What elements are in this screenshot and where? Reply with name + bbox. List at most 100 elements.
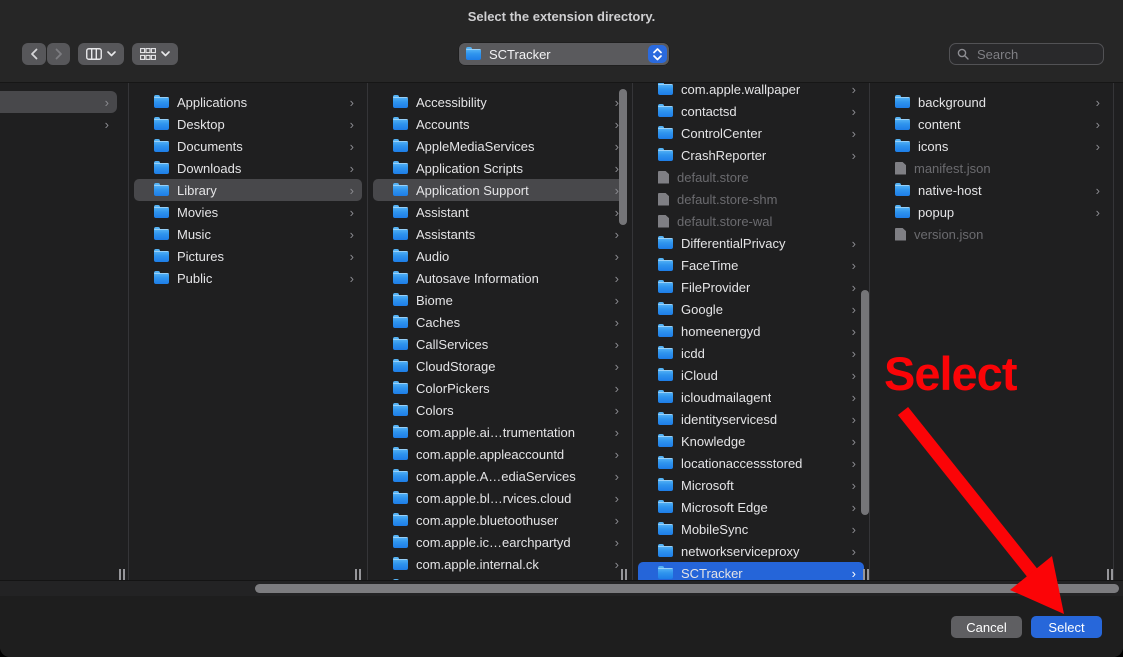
column-resize-handle[interactable] (620, 569, 629, 580)
chevron-right-icon: › (615, 426, 619, 439)
folder-row-movies[interactable]: Movies› (134, 201, 362, 223)
row-label: com.apple.A…ediaServices (416, 469, 576, 484)
folder-row-crashreporter[interactable]: CrashReporter› (638, 144, 864, 166)
folder-icon (658, 84, 673, 95)
folder-row-microsoft-edge[interactable]: Microsoft Edge› (638, 496, 864, 518)
file-row-default-store-shm[interactable]: default.store-shm (638, 188, 864, 210)
folder-row-documents[interactable]: Documents› (134, 135, 362, 157)
folder-row-library[interactable]: Library› (134, 179, 362, 201)
vertical-scrollbar[interactable] (861, 290, 869, 515)
folder-row-com-apple-ai-trumentation[interactable]: com.apple.ai…trumentation› (373, 421, 627, 443)
select-button[interactable]: Select (1031, 616, 1102, 638)
folder-row-application-support[interactable]: Application Support› (373, 179, 627, 201)
browser-column-4: com.apple.wallpaper›contactsd›ControlCen… (633, 83, 870, 580)
folder-row-knowledge[interactable]: Knowledge› (638, 430, 864, 452)
folder-row-pictures[interactable]: Pictures› (134, 245, 362, 267)
folder-row-com-apple-ic-earchpartyd[interactable]: com.apple.ic…earchpartyd› (373, 531, 627, 553)
chevron-right-icon: › (852, 127, 856, 140)
folder-row-blank[interactable]: › (0, 91, 117, 113)
folder-row-caches[interactable]: Caches› (373, 311, 627, 333)
folder-row-accessibility[interactable]: Accessibility› (373, 91, 627, 113)
column-resize-handle[interactable] (862, 569, 871, 580)
vertical-scrollbar[interactable] (619, 89, 627, 225)
chevron-right-icon: › (350, 184, 354, 197)
folder-row-contactsd[interactable]: contactsd› (638, 100, 864, 122)
folder-row-com-apple-a-ediaservices[interactable]: com.apple.A…ediaServices › (373, 465, 627, 487)
folder-row-assistant[interactable]: Assistant› (373, 201, 627, 223)
row-label: identityservicesd (681, 412, 777, 427)
folder-row-mobilesync[interactable]: MobileSync› (638, 518, 864, 540)
folder-row-biome[interactable]: Biome› (373, 289, 627, 311)
folder-row-colors[interactable]: Colors› (373, 399, 627, 421)
folder-row-locationaccessstored[interactable]: locationaccessstored› (638, 452, 864, 474)
chevron-right-icon: › (615, 250, 619, 263)
horizontal-scrollbar-track[interactable] (0, 580, 1123, 597)
folder-row-blank[interactable]: › (0, 113, 117, 135)
folder-icon (658, 370, 673, 381)
folder-row-audio[interactable]: Audio› (373, 245, 627, 267)
row-label: native-host (918, 183, 982, 198)
chevron-right-icon: › (1096, 118, 1100, 131)
folder-row-applications[interactable]: Applications› (134, 91, 362, 113)
folder-row-com-apple-bl-rvices-cloud[interactable]: com.apple.bl…rvices.cloud› (373, 487, 627, 509)
column-resize-handle[interactable] (118, 569, 127, 580)
cancel-button[interactable]: Cancel (951, 616, 1022, 638)
folder-row-icloud[interactable]: iCloud› (638, 364, 864, 386)
folder-row-autosave-information[interactable]: Autosave Information› (373, 267, 627, 289)
folder-row-com-apple-internal-ck[interactable]: com.apple.internal.ck› (373, 553, 627, 575)
folder-row-callservices[interactable]: CallServices› (373, 333, 627, 355)
group-view-button[interactable] (132, 43, 178, 65)
row-label: homeenergyd (681, 324, 761, 339)
folder-row-background[interactable]: background› (875, 91, 1108, 113)
folder-row-google[interactable]: Google› (638, 298, 864, 320)
horizontal-scrollbar-thumb[interactable] (255, 584, 1119, 593)
folder-row-assistants[interactable]: Assistants› (373, 223, 627, 245)
folder-icon (658, 150, 673, 161)
folder-row-colorpickers[interactable]: ColorPickers› (373, 377, 627, 399)
folder-row-facetime[interactable]: FaceTime› (638, 254, 864, 276)
chevron-right-icon: › (852, 259, 856, 272)
folder-row-controlcenter[interactable]: ControlCenter› (638, 122, 864, 144)
search-field[interactable] (949, 43, 1104, 65)
chevron-right-icon: › (615, 404, 619, 417)
folder-row-music[interactable]: Music› (134, 223, 362, 245)
folder-row-applemediaservices[interactable]: AppleMediaServices› (373, 135, 627, 157)
chevron-right-icon: › (615, 470, 619, 483)
folder-row-downloads[interactable]: Downloads› (134, 157, 362, 179)
folder-row-accounts[interactable]: Accounts› (373, 113, 627, 135)
folder-icon (658, 260, 673, 271)
column-view-button[interactable] (78, 43, 124, 65)
folder-row-popup[interactable]: popup› (875, 201, 1108, 223)
row-label: networkserviceproxy (681, 544, 800, 559)
folder-row-application-scripts[interactable]: Application Scripts› (373, 157, 627, 179)
folder-row-icloudmailagent[interactable]: icloudmailagent› (638, 386, 864, 408)
folder-row-desktop[interactable]: Desktop› (134, 113, 362, 135)
folder-row-microsoft[interactable]: Microsoft› (638, 474, 864, 496)
folder-row-homeenergyd[interactable]: homeenergyd› (638, 320, 864, 342)
forward-button[interactable] (47, 43, 70, 65)
column-resize-handle[interactable] (354, 569, 363, 580)
folder-row-cloudstorage[interactable]: CloudStorage› (373, 355, 627, 377)
folder-row-differentialprivacy[interactable]: DifferentialPrivacy› (638, 232, 864, 254)
folder-row-icons[interactable]: icons› (875, 135, 1108, 157)
folder-row-content[interactable]: content› (875, 113, 1108, 135)
file-row-default-store-wal[interactable]: default.store-wal (638, 210, 864, 232)
folder-row-sctracker[interactable]: SCTracker› (638, 562, 864, 580)
location-dropdown[interactable]: SCTracker (459, 43, 669, 65)
folder-row-native-host[interactable]: native-host› (875, 179, 1108, 201)
file-row-version-json[interactable]: version.json (875, 223, 1108, 245)
search-input[interactable] (975, 46, 1096, 63)
column-resize-handle[interactable] (1106, 569, 1115, 580)
back-button[interactable] (22, 43, 46, 65)
folder-row-networkserviceproxy[interactable]: networkserviceproxy› (638, 540, 864, 562)
folder-row-icdd[interactable]: icdd› (638, 342, 864, 364)
folder-row-identityservicesd[interactable]: identityservicesd› (638, 408, 864, 430)
folder-row-com-apple-appleaccountd[interactable]: com.apple.appleaccountd› (373, 443, 627, 465)
folder-row-com-apple-wallpaper[interactable]: com.apple.wallpaper› (638, 83, 864, 100)
file-row-manifest-json[interactable]: manifest.json (875, 157, 1108, 179)
folder-row-com-apple-bluetoothuser[interactable]: com.apple.bluetoothuser› (373, 509, 627, 531)
chevron-right-icon: › (350, 118, 354, 131)
folder-row-fileprovider[interactable]: FileProvider› (638, 276, 864, 298)
file-row-default-store[interactable]: default.store (638, 166, 864, 188)
folder-row-public[interactable]: Public› (134, 267, 362, 289)
